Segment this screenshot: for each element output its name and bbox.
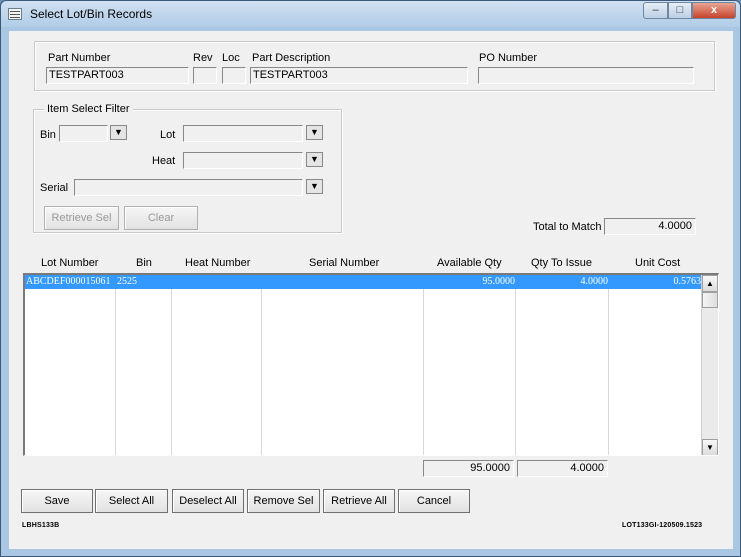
column-divider [115, 275, 116, 455]
heat-field[interactable] [183, 152, 303, 169]
select-all-button[interactable]: Select All [95, 489, 168, 513]
cell-qty-to-issue: 4.0000 [580, 276, 609, 287]
column-header-unit-cost[interactable]: Unit Cost [635, 257, 680, 269]
lot-field[interactable] [183, 125, 303, 142]
column-divider [608, 275, 609, 455]
retrieve-all-button[interactable]: Retrieve All [323, 489, 395, 513]
part-description-field[interactable]: TESTPART003 [250, 67, 468, 84]
lot-label: Lot [160, 129, 176, 141]
heat-dropdown-button[interactable]: ▼ [306, 152, 323, 167]
bin-dropdown-button[interactable]: ▼ [110, 125, 127, 140]
part-number-label: Part Number [48, 52, 111, 64]
lot-dropdown-button[interactable]: ▼ [306, 125, 323, 140]
column-divider [261, 275, 262, 455]
maximize-button[interactable]: □ [668, 2, 692, 19]
loc-field[interactable] [222, 67, 246, 84]
column-divider [171, 275, 172, 455]
rev-label: Rev [193, 52, 213, 64]
column-header-available-qty[interactable]: Available Qty [437, 257, 502, 269]
loc-label: Loc [222, 52, 240, 64]
part-number-field[interactable]: TESTPART003 [46, 67, 189, 84]
app-menu-icon[interactable] [8, 8, 22, 20]
scroll-thumb[interactable] [702, 292, 718, 308]
dialog-body: Part Number Rev Loc Part Description PO … [9, 31, 733, 549]
clear-button[interactable]: Clear [124, 206, 198, 230]
item-select-filter-group: Item Select Filter Bin ▼ Lot ▼ Heat ▼ Se… [33, 103, 342, 233]
column-divider [423, 275, 424, 455]
vertical-scrollbar[interactable]: ▲ ▼ [701, 275, 718, 455]
column-divider [515, 275, 516, 455]
cell-available-qty: 95.0000 [482, 276, 516, 287]
chevron-down-icon: ▼ [310, 154, 319, 164]
column-header-lot-number[interactable]: Lot Number [41, 257, 98, 269]
total-to-match-field: 4.0000 [604, 218, 696, 235]
part-header-group: Part Number Rev Loc Part Description PO … [34, 41, 715, 91]
form-code-left: LBHS133B [22, 522, 60, 529]
heat-label: Heat [152, 155, 176, 167]
cancel-button[interactable]: Cancel [398, 489, 470, 513]
column-header-serial-number[interactable]: Serial Number [309, 257, 379, 269]
chevron-down-icon: ▼ [114, 127, 123, 137]
arrow-down-icon: ▼ [706, 443, 714, 452]
serial-field[interactable] [74, 179, 303, 196]
column-header-heat-number[interactable]: Heat Number [185, 257, 250, 269]
chevron-down-icon: ▼ [310, 127, 319, 137]
cell-unit-cost: 0.5763 [673, 276, 702, 287]
window-title: Select Lot/Bin Records [30, 7, 153, 21]
serial-dropdown-button[interactable]: ▼ [306, 179, 323, 194]
part-description-label: Part Description [252, 52, 331, 64]
qty-to-issue-total: 4.0000 [517, 460, 608, 477]
table-row[interactable]: ABCDEF000015061 2525 95.0000 4.0000 0.57… [25, 275, 701, 289]
po-number-field[interactable] [478, 67, 694, 84]
minimize-button[interactable]: ‒ [643, 2, 668, 19]
form-code-right: LOT133GI-120509.1523 [622, 522, 703, 529]
cell-lot-number: ABCDEF000015061 [26, 276, 111, 287]
dialog-window: Select Lot/Bin Records ‒ □ x Part Number… [0, 0, 741, 557]
column-header-bin[interactable]: Bin [136, 257, 152, 269]
lot-bin-grid[interactable]: ABCDEF000015061 2525 95.0000 4.0000 0.57… [23, 273, 719, 456]
rev-field[interactable] [193, 67, 217, 84]
save-button[interactable]: Save [21, 489, 93, 513]
remove-sel-button[interactable]: Remove Sel [247, 489, 320, 513]
serial-label: Serial [40, 182, 69, 194]
scroll-up-button[interactable]: ▲ [702, 275, 718, 292]
deselect-all-button[interactable]: Deselect All [172, 489, 244, 513]
close-button[interactable]: x [692, 2, 736, 19]
po-number-label: PO Number [479, 52, 538, 64]
item-select-filter-label: Item Select Filter [44, 103, 133, 115]
bin-field[interactable] [59, 125, 108, 142]
cell-bin: 2525 [117, 276, 137, 287]
column-header-qty-to-issue[interactable]: Qty To Issue [531, 257, 592, 269]
available-qty-total: 95.0000 [423, 460, 514, 477]
retrieve-sel-button[interactable]: Retrieve Sel [44, 206, 119, 230]
arrow-up-icon: ▲ [706, 279, 714, 288]
bin-label: Bin [40, 129, 56, 141]
chevron-down-icon: ▼ [310, 181, 319, 191]
title-bar[interactable]: Select Lot/Bin Records ‒ □ x [1, 1, 740, 27]
total-to-match-label: Total to Match [533, 221, 602, 233]
scroll-down-button[interactable]: ▼ [702, 439, 718, 455]
